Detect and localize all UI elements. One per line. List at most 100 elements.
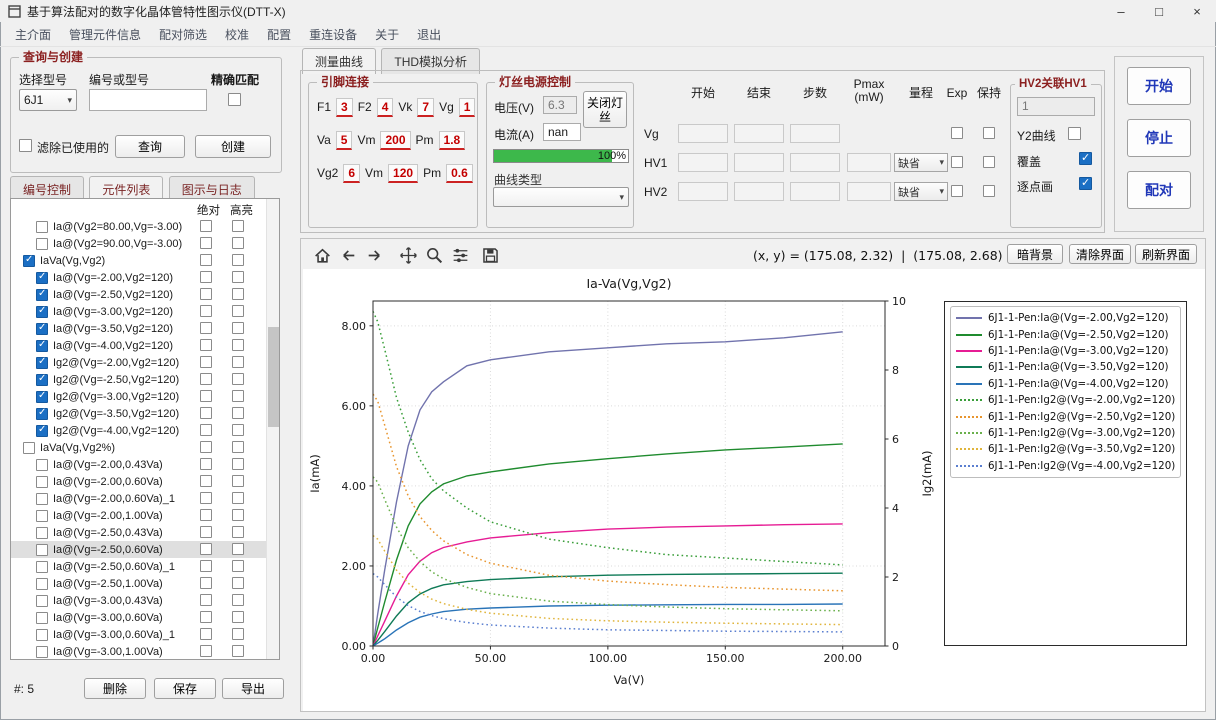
highlight-checkbox[interactable] (232, 339, 244, 351)
highlight-checkbox[interactable] (232, 509, 244, 521)
list-scrollbar[interactable] (266, 199, 279, 659)
absolute-checkbox[interactable] (200, 492, 212, 504)
back-icon[interactable] (337, 244, 359, 266)
list-item[interactable]: Ia@(Vg=-2.50,0.60Va) (11, 541, 279, 558)
absolute-checkbox[interactable] (200, 254, 212, 266)
refresh-canvas-button[interactable]: 刷新界面 (1135, 244, 1197, 264)
list-item[interactable]: Ia@(Vg=-3.00,Vg2=120) (11, 303, 279, 320)
list-item[interactable]: Ia@(Vg=-2.50,1.00Va) (11, 575, 279, 592)
highlight-checkbox[interactable] (232, 373, 244, 385)
highlight-checkbox[interactable] (232, 560, 244, 572)
item-checkbox[interactable] (36, 611, 48, 624)
clear-canvas-button[interactable]: 清除界面 (1069, 244, 1131, 264)
menu-item-7[interactable]: 关于 (366, 23, 408, 46)
sweep-hv1-range-select[interactable]: 缺省 ▾ (894, 153, 948, 172)
list-item[interactable]: Ia@(Vg2=80.00,Vg=-3.00) (11, 218, 279, 235)
pointwise-checkbox[interactable] (1079, 176, 1092, 190)
dark-background-button[interactable]: 暗背景 (1007, 244, 1063, 264)
query-button[interactable]: 查询 (115, 135, 185, 158)
filament-current-field[interactable]: nan (543, 123, 581, 141)
menu-item-4[interactable]: 校准 (216, 23, 258, 46)
list-item[interactable]: IaVa(Vg,Vg2%) (11, 439, 279, 456)
item-checkbox[interactable] (36, 475, 48, 488)
absolute-checkbox[interactable] (200, 475, 212, 487)
highlight-checkbox[interactable] (232, 543, 244, 555)
absolute-checkbox[interactable] (200, 373, 212, 385)
list-item[interactable]: Ia@(Vg=-4.00,Vg2=120) (11, 337, 279, 354)
list-item[interactable]: Ia@(Vg=-2.00,1.00Va) (11, 507, 279, 524)
item-checkbox[interactable] (36, 305, 48, 318)
absolute-checkbox[interactable] (200, 271, 212, 283)
sweep-vg-end-input[interactable] (734, 124, 784, 143)
highlight-checkbox[interactable] (232, 441, 244, 453)
sweep-hv2-exp-checkbox[interactable] (951, 185, 963, 197)
item-checkbox[interactable] (36, 339, 48, 352)
absolute-checkbox[interactable] (200, 220, 212, 232)
highlight-checkbox[interactable] (232, 237, 244, 249)
absolute-checkbox[interactable] (200, 288, 212, 300)
forward-icon[interactable] (363, 244, 385, 266)
minimize-button[interactable]: – (1102, 0, 1140, 22)
list-item[interactable]: Ia@(Vg=-3.00,0.43Va) (11, 592, 279, 609)
highlight-checkbox[interactable] (232, 628, 244, 640)
menu-item-2[interactable]: 管理元件信息 (60, 23, 150, 46)
absolute-checkbox[interactable] (200, 305, 212, 317)
item-checkbox[interactable] (36, 237, 48, 250)
absolute-checkbox[interactable] (200, 458, 212, 470)
absolute-checkbox[interactable] (200, 356, 212, 368)
list-item[interactable]: Ia@(Vg=-2.50,0.60Va)_1 (11, 558, 279, 575)
item-checkbox[interactable] (36, 271, 48, 284)
absolute-checkbox[interactable] (200, 322, 212, 334)
item-checkbox[interactable] (36, 407, 48, 420)
list-item[interactable]: Ia@(Vg=-2.00,0.60Va) (11, 473, 279, 490)
absolute-checkbox[interactable] (200, 339, 212, 351)
pin-value-field[interactable]: 1.8 (438, 130, 466, 150)
sweep-hv1-pmax-input[interactable] (847, 153, 891, 172)
save-icon[interactable] (479, 244, 501, 266)
y2-curve-checkbox[interactable] (1068, 127, 1081, 140)
pin-value-field[interactable]: 4 (376, 97, 394, 117)
highlight-checkbox[interactable] (232, 254, 244, 266)
close-button[interactable]: × (1178, 0, 1216, 22)
sweep-vg-exp-checkbox[interactable] (951, 127, 963, 139)
sweep-hv1-steps-input[interactable] (790, 153, 840, 172)
highlight-checkbox[interactable] (232, 611, 244, 623)
list-item[interactable]: Ig2@(Vg=-2.50,Vg2=120) (11, 371, 279, 388)
highlight-checkbox[interactable] (232, 407, 244, 419)
item-checkbox[interactable] (36, 577, 48, 590)
item-checkbox[interactable] (36, 356, 48, 369)
highlight-checkbox[interactable] (232, 220, 244, 232)
list-item[interactable]: Ia@(Vg=-2.00,Vg2=120) (11, 269, 279, 286)
absolute-checkbox[interactable] (200, 424, 212, 436)
pin-value-field[interactable]: 7 (417, 97, 435, 117)
highlight-checkbox[interactable] (232, 458, 244, 470)
absolute-checkbox[interactable] (200, 407, 212, 419)
absolute-checkbox[interactable] (200, 577, 212, 589)
filament-voltage-field[interactable]: 6.3 (543, 96, 577, 114)
list-item[interactable]: Ia@(Vg=-2.00,0.43Va) (11, 456, 279, 473)
absolute-checkbox[interactable] (200, 594, 212, 606)
pan-icon[interactable] (397, 244, 419, 266)
item-checkbox[interactable] (36, 373, 48, 386)
absolute-checkbox[interactable] (200, 526, 212, 538)
item-checkbox[interactable] (36, 594, 48, 607)
start-button[interactable]: 开始 (1127, 67, 1191, 105)
menu-item-6[interactable]: 重连设备 (300, 23, 366, 46)
list-item[interactable]: Ia@(Vg=-2.00,0.60Va)_1 (11, 490, 279, 507)
item-checkbox[interactable] (36, 560, 48, 573)
sweep-hv2-steps-input[interactable] (790, 182, 840, 201)
list-item[interactable]: Ia@(Vg=-3.00,1.00Va) (11, 643, 279, 659)
list-item[interactable]: Ig2@(Vg=-4.00,Vg2=120) (11, 422, 279, 439)
sweep-vg-hold-checkbox[interactable] (983, 127, 995, 139)
highlight-checkbox[interactable] (232, 577, 244, 589)
configure-icon[interactable] (449, 244, 471, 266)
list-item[interactable]: Ig2@(Vg=-2.00,Vg2=120) (11, 354, 279, 371)
item-checkbox[interactable] (36, 220, 48, 233)
item-checkbox[interactable] (36, 526, 48, 539)
pin-value-field[interactable]: 120 (388, 163, 419, 183)
absolute-checkbox[interactable] (200, 645, 212, 657)
hv2-ratio-input[interactable]: 1 (1017, 97, 1095, 116)
pin-value-field[interactable]: 200 (380, 130, 411, 150)
model-select[interactable]: 6J1 ▾ (19, 89, 77, 111)
item-checkbox[interactable] (36, 322, 48, 335)
